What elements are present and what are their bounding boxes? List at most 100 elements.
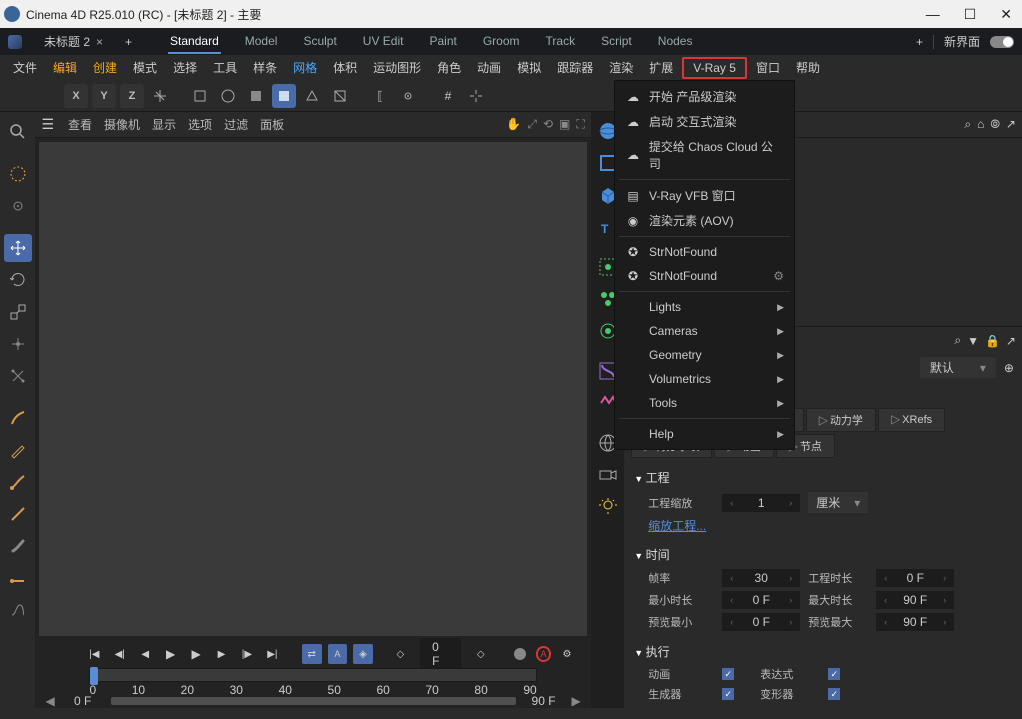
anim-checkbox[interactable]: ✓ [722, 668, 734, 680]
autokey-button[interactable]: A [328, 644, 348, 664]
layout-uv edit[interactable]: UV Edit [361, 30, 406, 54]
vray-menuitem[interactable]: ▤V-Ray VFB 窗口 [615, 183, 794, 208]
timeline-ruler[interactable]: 0102030405060708090 [35, 668, 590, 698]
menu-体积[interactable]: 体积 [326, 56, 364, 79]
document-tab-close-icon[interactable]: × [96, 35, 103, 49]
key-prev-icon[interactable]: ◇ [391, 644, 410, 664]
new-layout-label[interactable]: 新界面 [944, 33, 980, 50]
proj-scale-field[interactable]: ‹1› [722, 494, 800, 512]
menu-运动图形[interactable]: 运动图形 [366, 56, 428, 79]
objmgr-eye-icon[interactable]: ⦾ [990, 117, 1000, 132]
maximize-button[interactable]: ☐ [964, 6, 977, 23]
prev-key-button[interactable]: ◀| [110, 644, 129, 664]
knife-tool-icon[interactable] [4, 500, 32, 528]
vp-rotate-icon[interactable]: ⟲ [543, 117, 553, 132]
vp-menu-面板[interactable]: 面板 [260, 118, 284, 132]
cube-shaded-icon[interactable] [244, 84, 268, 108]
vray-menuitem[interactable]: Volumetrics▶ [615, 367, 794, 391]
axis-z-button[interactable]: Z [120, 84, 144, 108]
attr-popout-icon[interactable]: ↗ [1006, 334, 1016, 348]
grid-icon[interactable]: # [436, 84, 460, 108]
document-tab[interactable]: 未标题 2 × [36, 33, 111, 50]
gear-tool-icon[interactable] [4, 192, 32, 220]
autokey-record-button[interactable]: A [536, 646, 552, 662]
app-logo-icon[interactable] [8, 35, 22, 49]
layout-groom[interactable]: Groom [481, 30, 522, 54]
vray-menuitem[interactable]: ✪StrNotFound⚙ [615, 264, 794, 288]
attr-pin-icon[interactable]: ⊕ [1004, 361, 1014, 375]
attr-mode-dropdown[interactable]: 默认▾ [920, 357, 996, 378]
vray-menuitem[interactable]: ☁启动 交互式渲染 [615, 109, 794, 134]
scale-project-button[interactable]: 缩放工程... [634, 515, 1012, 536]
prev-max-field[interactable]: ‹90 F› [876, 613, 954, 631]
vp-expand-icon[interactable]: ⛶ [576, 117, 584, 132]
attr-tab-XRefs[interactable]: ▷XRefs [878, 408, 945, 432]
menu-文件[interactable]: 文件 [6, 56, 44, 79]
sphere-wire-icon[interactable] [216, 84, 240, 108]
vray-menuitem[interactable]: Cameras▶ [615, 319, 794, 343]
def-checkbox[interactable]: ✓ [828, 688, 840, 700]
menu-窗口[interactable]: 窗口 [749, 56, 787, 79]
vp-menu-显示[interactable]: 显示 [152, 118, 176, 132]
paint-tool-icon[interactable] [4, 532, 32, 560]
layout-paint[interactable]: Paint [427, 30, 458, 54]
goto-start-button[interactable]: |◀ [85, 644, 104, 664]
scale-tool[interactable] [4, 298, 32, 326]
play-back-button[interactable]: ▶ [161, 644, 180, 664]
layout-script[interactable]: Script [599, 30, 634, 54]
layout-track[interactable]: Track [544, 30, 578, 54]
poly-icon[interactable] [300, 84, 324, 108]
poly2-icon[interactable] [328, 84, 352, 108]
pencil-tool-icon[interactable] [4, 436, 32, 464]
goto-end-button[interactable]: ▶| [263, 644, 282, 664]
menu-跟踪器[interactable]: 跟踪器 [550, 56, 600, 79]
next-frame-button[interactable]: ▶ [212, 644, 231, 664]
viewport-menu-icon[interactable]: ☰ [41, 116, 54, 133]
cube-wire-icon[interactable] [188, 84, 212, 108]
attr-filter-icon[interactable]: ▼ [967, 334, 979, 348]
gear-icon[interactable]: ⚙ [773, 269, 784, 283]
line-tool-icon[interactable] [4, 564, 32, 592]
menu-模拟[interactable]: 模拟 [510, 56, 548, 79]
vp-menu-查看[interactable]: 查看 [68, 118, 92, 132]
cube-active-icon[interactable] [272, 84, 296, 108]
timeline-range-bar[interactable] [111, 697, 516, 705]
menu-帮助[interactable]: 帮助 [789, 56, 827, 79]
select-tool[interactable] [4, 160, 32, 188]
section-project[interactable]: 工程 [634, 465, 1012, 490]
fps-field[interactable]: ‹30› [722, 569, 800, 587]
proj-len-field[interactable]: ‹0 F› [876, 569, 954, 587]
section-exec[interactable]: 执行 [634, 639, 1012, 664]
vray-menuitem[interactable]: ◉渲染元素 (AOV) [615, 208, 794, 233]
vp-menu-过滤[interactable]: 过滤 [224, 118, 248, 132]
vray-menuitem[interactable]: Geometry▶ [615, 343, 794, 367]
bracket-left-icon[interactable]: ⟦ [368, 84, 392, 108]
minimize-button[interactable]: — [926, 6, 940, 23]
menu-模式[interactable]: 模式 [126, 56, 164, 79]
target-icon[interactable] [396, 84, 420, 108]
curve-tool-icon[interactable] [4, 596, 32, 624]
vray-menuitem[interactable]: Tools▶ [615, 391, 794, 415]
axis-x-button[interactable]: X [64, 84, 88, 108]
prev-frame-button[interactable]: ◀ [135, 644, 154, 664]
attr-tab-动力学[interactable]: ▷动力学 [806, 408, 876, 432]
record-key-button[interactable] [510, 644, 529, 664]
layout-nodes[interactable]: Nodes [656, 30, 695, 54]
vray-menuitem[interactable]: ☁开始 产品级渲染 [615, 84, 794, 109]
menu-编辑[interactable]: 编辑 [46, 56, 84, 79]
vp-menu-摄像机[interactable]: 摄像机 [104, 118, 140, 132]
objmgr-home-icon[interactable]: ⌂ [977, 117, 984, 132]
play-button[interactable]: ▶ [186, 644, 205, 664]
key-next-icon[interactable]: ◇ [471, 644, 490, 664]
add-document-button[interactable]: + [119, 35, 138, 49]
proj-scale-unit[interactable]: 厘米▾ [808, 492, 868, 513]
expr-checkbox[interactable]: ✓ [828, 668, 840, 680]
menu-V-Ray 5[interactable]: V-Ray 5 [682, 57, 747, 79]
menu-网格[interactable]: 网格 [286, 56, 324, 79]
brush-tool-icon[interactable] [4, 404, 32, 432]
timeline-settings-icon[interactable]: ⚙ [557, 644, 576, 664]
psr-tool-icon[interactable] [4, 362, 32, 390]
rotate-tool[interactable] [4, 266, 32, 294]
vp-zoom-icon[interactable]: ⤢ [527, 117, 537, 132]
layout-toggle[interactable] [990, 36, 1014, 48]
